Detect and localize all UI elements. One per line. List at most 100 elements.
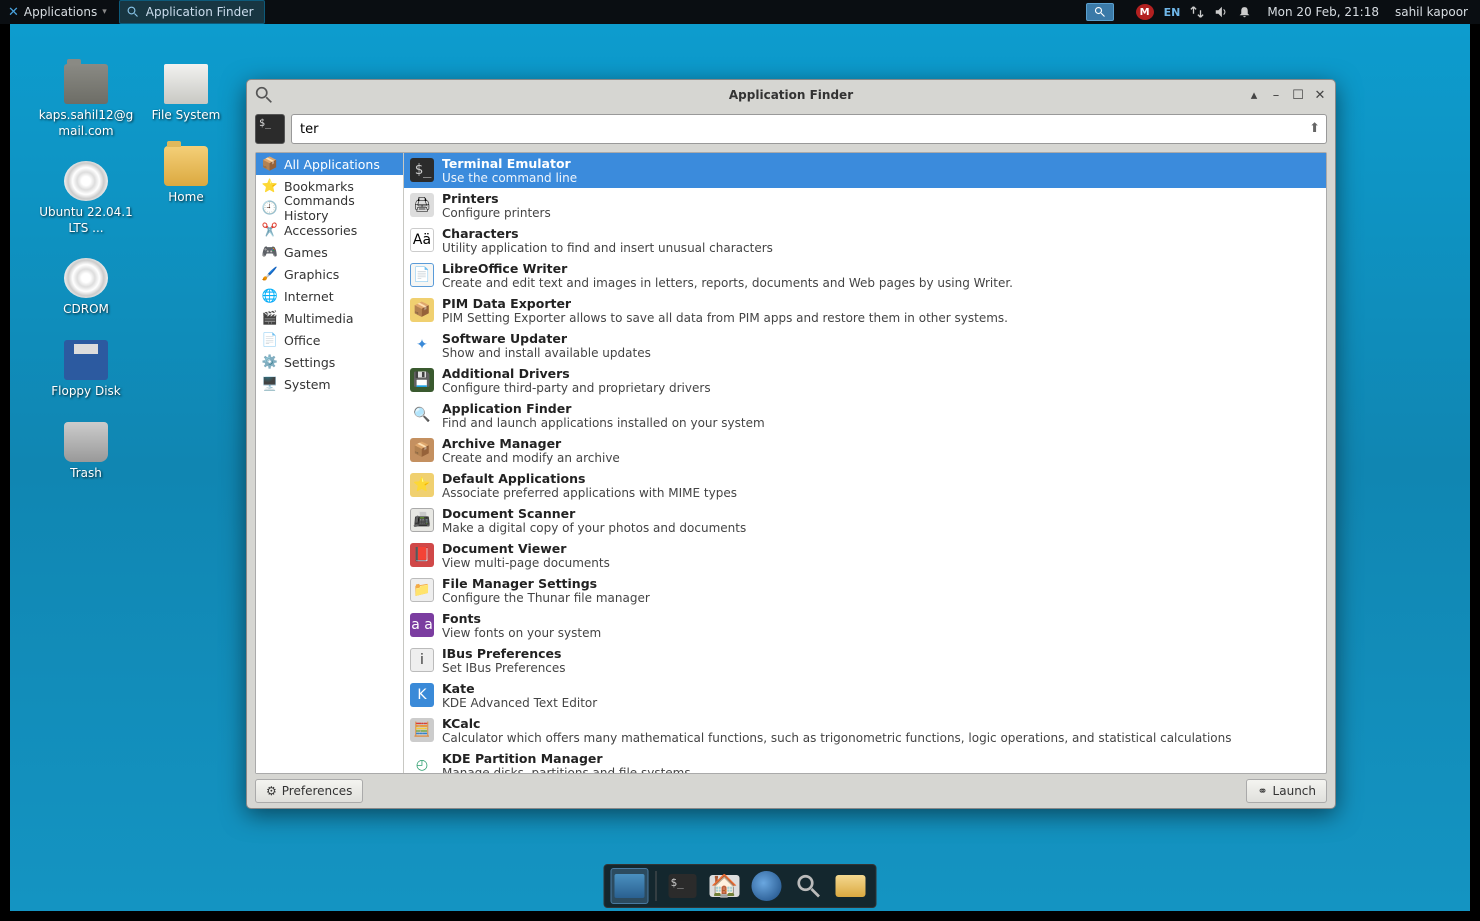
dock-item-web-browser[interactable] [748, 868, 786, 904]
result-item[interactable]: ⭐Default ApplicationsAssociate preferred… [404, 468, 1326, 503]
panel-search-button[interactable] [1086, 3, 1114, 21]
dock-item-app-finder[interactable] [790, 868, 828, 904]
app-icon: 📦 [410, 438, 434, 462]
result-item[interactable]: ✦ Software UpdaterShow and install availa… [404, 328, 1326, 363]
category-item[interactable]: 🌐Internet [256, 285, 403, 307]
top-panel: ✕ Applications ▾ Application Finder M EN… [0, 0, 1480, 24]
collapse-arrow-icon[interactable]: ⬆ [1309, 121, 1320, 136]
category-label: Settings [284, 355, 335, 370]
result-text: KateKDE Advanced Text Editor [442, 681, 597, 710]
result-item[interactable]: 📦 Archive ManagerCreate and modify an arc… [404, 433, 1326, 468]
app-description: Configure printers [442, 206, 551, 220]
notifications-icon[interactable] [1238, 0, 1251, 24]
category-item[interactable]: 🎬Multimedia [256, 307, 403, 329]
icon-label: CDROM [63, 302, 109, 318]
category-item[interactable]: 🕘Commands History [256, 197, 403, 219]
desktop-icons-col1: kaps.sahil12@gmail.com Ubuntu 22.04.1 LTS… [36, 64, 136, 481]
window-controls: ▴ – ☐ ✕ [1247, 88, 1327, 102]
category-label: All Applications [284, 157, 380, 172]
dock-item-terminal[interactable]: $_ [664, 868, 702, 904]
category-item[interactable]: 📄Office [256, 329, 403, 351]
app-description: Make a digital copy of your photos and d… [442, 521, 746, 535]
result-item[interactable]: AäCharactersUtility application to find … [404, 223, 1326, 258]
result-item[interactable]: 📄LibreOffice WriterCreate and edit text … [404, 258, 1326, 293]
result-item[interactable]: 🧮KCalcCalculator which offers many mathe… [404, 713, 1326, 748]
dock-item-show-desktop[interactable] [611, 868, 649, 904]
search-input[interactable] [300, 115, 1298, 143]
app-description: Configure the Thunar file manager [442, 591, 650, 605]
result-item[interactable]: 💾Additional DriversConfigure third-party… [404, 363, 1326, 398]
app-icon: ◴ [410, 753, 434, 773]
category-label: Bookmarks [284, 179, 354, 194]
result-item[interactable]: $_Terminal EmulatorUse the command line [404, 153, 1326, 188]
result-item[interactable]: iIBus PreferencesSet IBus Preferences [404, 643, 1326, 678]
desktop-icon[interactable]: Floppy Disk [36, 340, 136, 400]
result-text: KCalcCalculator which offers many mathem… [442, 716, 1232, 745]
result-item[interactable]: 🔍Application FinderFind and launch appli… [404, 398, 1326, 433]
gear-icon: ⚙ [266, 784, 277, 798]
icon-glyph [64, 258, 108, 298]
result-item[interactable]: 📠Document ScannerMake a digital copy of … [404, 503, 1326, 538]
window-close-button[interactable]: ✕ [1313, 88, 1327, 102]
volume-icon[interactable] [1214, 0, 1228, 24]
desktop-icon[interactable]: File System [136, 64, 236, 124]
dock-item-file-manager[interactable]: 🏠 [706, 868, 744, 904]
result-text: File Manager SettingsConfigure the Thuna… [442, 576, 650, 605]
desktop-icon[interactable]: Trash [36, 422, 136, 482]
result-item[interactable]: 📁File Manager SettingsConfigure the Thun… [404, 573, 1326, 608]
desktop-icon[interactable]: Ubuntu 22.04.1 LTS ... [36, 161, 136, 236]
dock-separator [656, 871, 657, 901]
launch-button[interactable]: ⚭ Launch [1246, 779, 1327, 803]
desktop-icon[interactable]: Home [136, 146, 236, 206]
category-icon: 🎬 [262, 310, 278, 326]
applications-menu-button[interactable]: ✕ Applications ▾ [0, 0, 115, 24]
category-item[interactable]: 🖌️Graphics [256, 263, 403, 285]
result-item[interactable]: 🖨PrintersConfigure printers [404, 188, 1326, 223]
category-item[interactable]: 📦All Applications [256, 153, 403, 175]
result-item[interactable]: a aFontsView fonts on your system [404, 608, 1326, 643]
result-item[interactable]: 📕Document ViewerView multi-page document… [404, 538, 1326, 573]
app-description: Set IBus Preferences [442, 661, 566, 675]
app-name: Document Scanner [442, 506, 746, 521]
app-name: Software Updater [442, 331, 651, 346]
desktop[interactable]: kaps.sahil12@gmail.com Ubuntu 22.04.1 LTS… [10, 24, 1470, 911]
xfce-logo-icon: ✕ [8, 5, 19, 20]
result-item[interactable]: ◴KDE Partition ManagerManage disks, part… [404, 748, 1326, 773]
keyboard-layout-indicator[interactable]: EN [1164, 0, 1181, 24]
preferences-button[interactable]: ⚙ Preferences [255, 779, 363, 803]
result-text: Document ScannerMake a digital copy of y… [442, 506, 746, 535]
app-icon: ✦ [410, 333, 434, 357]
app-icon: K [410, 683, 434, 707]
window-maximize-button[interactable]: ☐ [1291, 88, 1305, 102]
network-icon[interactable] [1190, 0, 1204, 24]
window-minimize-button[interactable]: – [1269, 88, 1283, 102]
desktop-icon[interactable]: kaps.sahil12@gmail.com [36, 64, 136, 139]
result-item[interactable]: K KateKDE Advanced Text Editor [404, 678, 1326, 713]
icon-glyph [64, 64, 108, 104]
window-titlebar[interactable]: Application Finder ▴ – ☐ ✕ [247, 80, 1335, 110]
result-text: Document ViewerView multi-page documents [442, 541, 610, 570]
app-description: Show and install available updates [442, 346, 651, 360]
taskbar-item-application-finder[interactable]: Application Finder [119, 0, 265, 24]
app-icon: 📄 [410, 263, 434, 287]
category-icon: ✂️ [262, 222, 278, 238]
result-text: PrintersConfigure printers [442, 191, 551, 220]
category-item[interactable]: ⚙️Settings [256, 351, 403, 373]
category-icon: 🖥️ [262, 376, 278, 392]
mega-tray-icon[interactable]: M [1136, 0, 1154, 24]
desktop-icon[interactable]: CDROM [36, 258, 136, 318]
result-text: CharactersUtility application to find an… [442, 226, 773, 255]
app-name: Fonts [442, 611, 601, 626]
category-icon: 🖌️ [262, 266, 278, 282]
window-rollup-button[interactable]: ▴ [1247, 88, 1261, 102]
terminal-icon[interactable]: $_ [255, 114, 285, 144]
result-item[interactable]: 📦PIM Data ExporterPIM Setting Exporter a… [404, 293, 1326, 328]
icon-glyph [164, 64, 208, 104]
result-text: Archive ManagerCreate and modify an arch… [442, 436, 620, 465]
window-title: Application Finder [247, 88, 1335, 102]
dock-item-directory[interactable] [832, 868, 870, 904]
user-menu[interactable]: sahil kapoor [1395, 0, 1468, 24]
category-item[interactable]: 🎮Games [256, 241, 403, 263]
category-item[interactable]: 🖥️System [256, 373, 403, 395]
clock[interactable]: Mon 20 Feb, 21:18 [1267, 0, 1379, 24]
